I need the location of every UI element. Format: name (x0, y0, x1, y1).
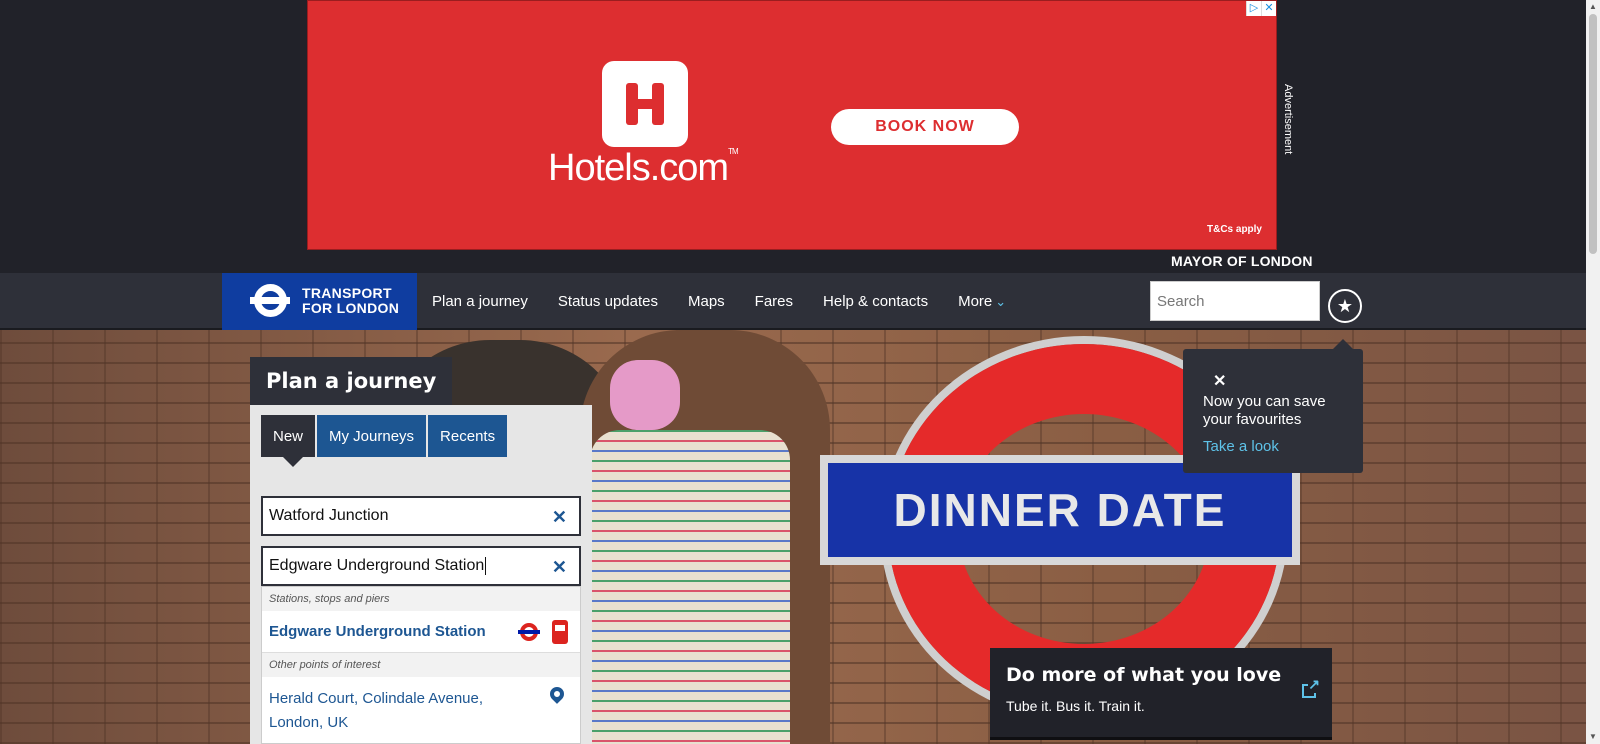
promo-card[interactable]: Do more of what you love Tube it. Bus it… (990, 648, 1332, 740)
main-navigation: TRANSPORT FOR LONDON Plan a journey Stat… (0, 273, 1586, 330)
clear-to-icon[interactable]: ✕ (552, 557, 567, 578)
advertisement-banner[interactable]: Hotels.comTM BOOK NOW T&Cs apply ▷ ✕ (307, 0, 1277, 250)
journey-planner-title: Plan a journey (250, 357, 453, 405)
tab-recents[interactable]: Recents (428, 415, 508, 457)
from-value: Watford Junction (269, 507, 389, 524)
tab-my-journeys[interactable]: My Journeys (317, 415, 427, 457)
promo-title: Do more of what you love (1006, 664, 1282, 686)
roundel-icon (250, 284, 290, 318)
ad-choices[interactable]: ▷ ✕ (1246, 1, 1276, 16)
scroll-up-icon[interactable]: ▲ (1586, 0, 1600, 14)
nav-plan-a-journey[interactable]: Plan a journey (432, 293, 528, 310)
promo-subtitle: Tube it. Bus it. Train it. (1006, 698, 1145, 714)
suggestion-label: Herald Court, Colindale Avenue, London, … (269, 690, 484, 731)
tab-new[interactable]: New (261, 415, 316, 467)
clear-from-icon[interactable]: ✕ (552, 507, 567, 528)
suggestion-label: Edgware Underground Station (269, 623, 486, 640)
to-value: Edgware Underground Station (269, 557, 485, 574)
nav-status-updates[interactable]: Status updates (558, 293, 658, 310)
favourites-tooltip: ✕ Now you can save your favourites Take … (1183, 339, 1363, 473)
suggestion-group-header: Stations, stops and piers (262, 587, 580, 611)
adchoices-icon[interactable]: ▷ (1246, 1, 1261, 16)
advertisement-label: Advertisement (1282, 84, 1294, 155)
hotels-logo-icon (602, 61, 688, 147)
hero-face-mask (610, 360, 680, 430)
nav-fares[interactable]: Fares (755, 293, 793, 310)
star-icon: ★ (1336, 295, 1354, 316)
tfl-logo-text: TRANSPORT FOR LONDON (302, 285, 400, 316)
from-field[interactable]: Watford Junction ✕ (261, 496, 581, 536)
site-search-input[interactable] (1150, 281, 1320, 321)
scroll-thumb[interactable] (1589, 14, 1597, 254)
location-pin-icon (547, 684, 567, 704)
suggestions-dropdown: Stations, stops and piers Edgware Underg… (261, 586, 581, 744)
suggestion-item-poi[interactable]: Herald Court, Colindale Avenue, London, … (262, 677, 580, 744)
nav-help-contacts[interactable]: Help & contacts (823, 293, 928, 310)
suggestion-item-station[interactable]: Edgware Underground Station (262, 611, 580, 653)
tfl-home-logo[interactable]: TRANSPORT FOR LONDON (222, 273, 417, 330)
nav-links: Plan a journey Status updates Maps Fares… (432, 273, 1006, 330)
tooltip-message: Now you can save your favourites (1203, 393, 1326, 428)
nav-maps[interactable]: Maps (688, 293, 725, 310)
external-link-icon (1302, 676, 1321, 698)
take-a-look-link[interactable]: Take a look (1203, 438, 1343, 455)
scroll-down-icon[interactable]: ▼ (1586, 730, 1600, 744)
book-now-button[interactable]: BOOK NOW (831, 109, 1019, 145)
bus-icon (552, 620, 568, 644)
ad-terms: T&Cs apply (1206, 224, 1262, 235)
favourites-button[interactable]: ★ (1328, 289, 1362, 323)
ad-close-icon[interactable]: ✕ (1261, 1, 1276, 16)
page-scrollbar[interactable]: ▲ ▼ (1586, 0, 1600, 744)
hero-striped-top (590, 430, 790, 744)
to-field[interactable]: Edgware Underground Station ✕ (261, 546, 581, 586)
journey-tabs: New My Journeys Recents (261, 415, 509, 467)
nav-more-dropdown[interactable]: More (958, 293, 1006, 310)
underground-icon (518, 623, 540, 641)
mayor-of-london-logo[interactable]: MAYOR OF LONDON (1171, 253, 1313, 269)
suggestion-group-header: Other points of interest (262, 653, 580, 677)
close-icon[interactable]: ✕ (1213, 371, 1226, 391)
ad-brand-name: Hotels.comTM (548, 147, 739, 189)
